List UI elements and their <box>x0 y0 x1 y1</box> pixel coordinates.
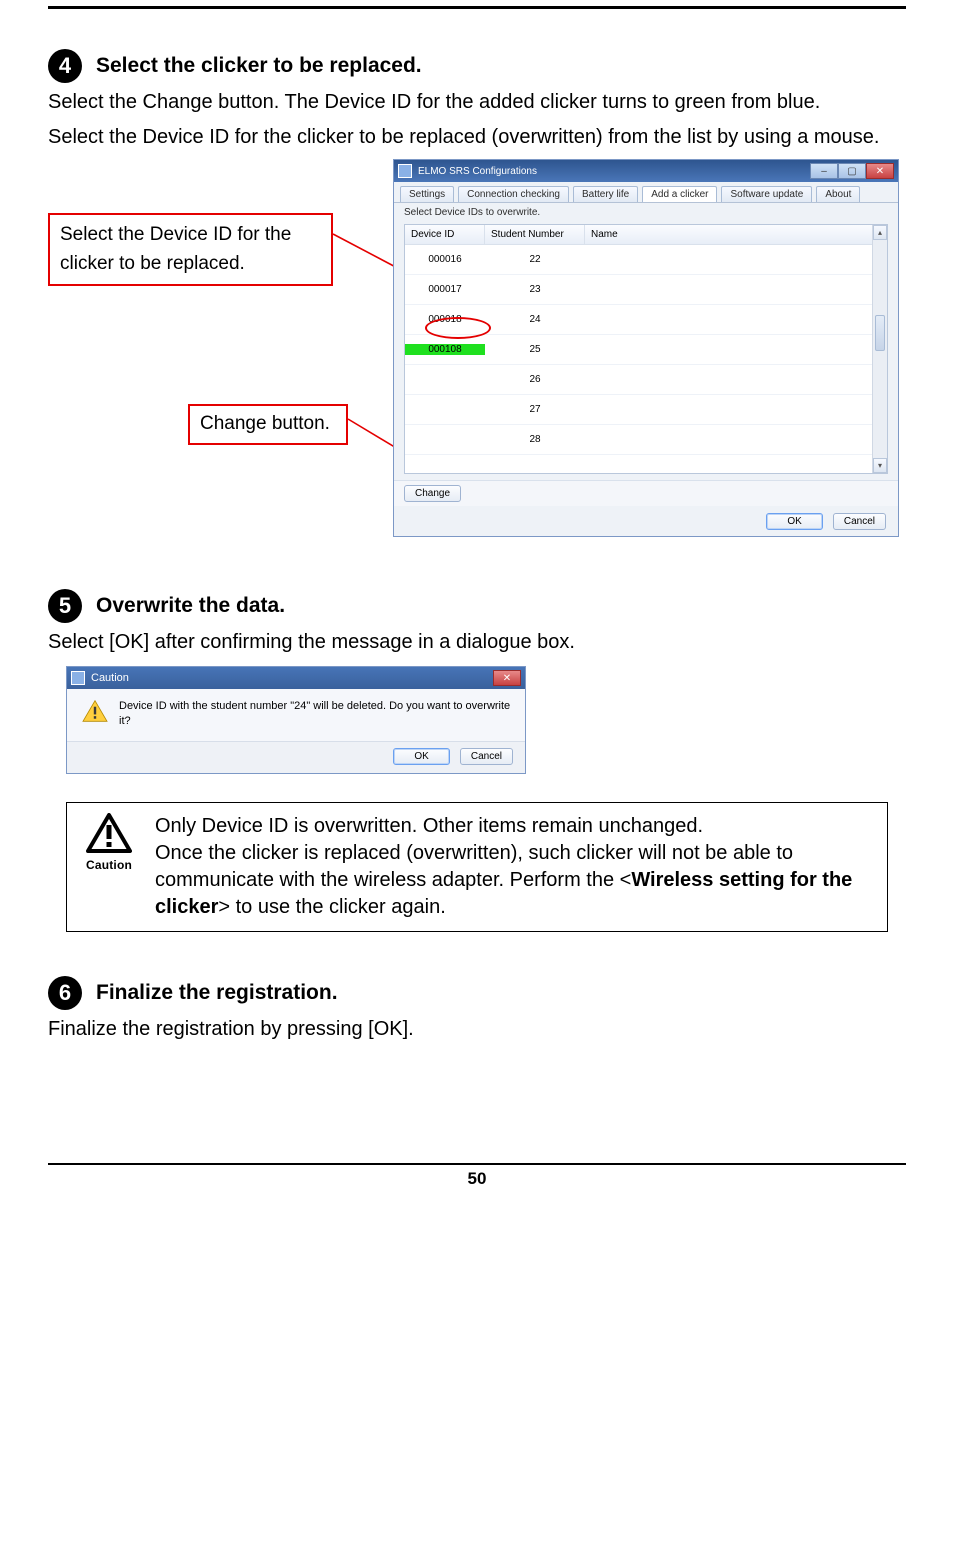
table-row[interactable]: 27 <box>405 395 887 425</box>
step-number-badge: 6 <box>48 976 82 1010</box>
tab-instruction-text: Select Device IDs to overwrite. <box>394 203 898 222</box>
col-header-student-number: Student Number <box>485 225 585 244</box>
caution-note-text: Only Device ID is overwritten. Other ite… <box>155 813 873 921</box>
tab-about[interactable]: About <box>816 186 860 202</box>
close-button[interactable]: ✕ <box>866 163 894 179</box>
dialog-close-button[interactable]: ✕ <box>493 670 521 686</box>
step-4-body-line2: Select the Device ID for the clicker to … <box>48 124 906 151</box>
caution-icon <box>86 813 132 853</box>
table-row[interactable]: 28 <box>405 425 887 455</box>
step-number-badge: 4 <box>48 49 82 83</box>
callout-select-device: Select the Device ID for the clicker to … <box>48 213 333 286</box>
dialog-title: Caution <box>91 672 129 684</box>
dialog-footer: OK Cancel <box>67 741 525 773</box>
change-button[interactable]: Change <box>404 485 461 502</box>
ok-button[interactable]: OK <box>766 513 822 530</box>
dialog-titlebar: Caution ✕ <box>67 667 525 689</box>
window-footer-buttons: OK Cancel <box>766 513 886 530</box>
step-number-badge: 5 <box>48 589 82 623</box>
tab-settings[interactable]: Settings <box>400 186 454 202</box>
top-divider <box>48 6 906 9</box>
dialog-app-icon <box>71 671 85 685</box>
step-5-body: Select [OK] after confirming the message… <box>48 629 906 656</box>
table-row[interactable]: 000108 25 <box>405 335 887 365</box>
step-4-heading: 4 Select the clicker to be replaced. <box>48 49 906 83</box>
caution-icon-label: Caution <box>81 858 137 872</box>
step-5-heading: 5 Overwrite the data. <box>48 589 906 623</box>
dialog-message: Device ID with the student number "24" w… <box>119 699 511 729</box>
grid-scrollbar[interactable]: ▴ ▾ <box>872 225 887 473</box>
scroll-thumb[interactable] <box>875 315 885 351</box>
step-title: Overwrite the data. <box>96 594 285 618</box>
tab-row: Settings Connection checking Battery lif… <box>394 182 898 203</box>
table-row[interactable]: 26 <box>405 365 887 395</box>
dialog-cancel-button[interactable]: Cancel <box>460 748 513 765</box>
step-6-heading: 6 Finalize the registration. <box>48 976 906 1010</box>
table-row[interactable]: 000018 24 <box>405 305 887 335</box>
cancel-button[interactable]: Cancel <box>833 513 886 530</box>
change-button-row: Change <box>394 480 898 506</box>
screenshot-region: Select the Device ID for the clicker to … <box>48 159 906 549</box>
warning-icon <box>81 699 109 723</box>
document-page: 4 Select the clicker to be replaced. Sel… <box>0 6 954 1229</box>
step-6-body: Finalize the registration by pressing [O… <box>48 1016 906 1043</box>
dialog-ok-button[interactable]: OK <box>393 748 449 765</box>
minimize-button[interactable]: ‒ <box>810 163 838 179</box>
tab-connection-checking[interactable]: Connection checking <box>458 186 569 202</box>
maximize-button[interactable]: ▢ <box>838 163 866 179</box>
app-icon <box>398 164 412 178</box>
scroll-down-icon[interactable]: ▾ <box>873 458 887 473</box>
scroll-up-icon[interactable]: ▴ <box>873 225 887 240</box>
app-window: ELMO SRS Configurations ‒ ▢ ✕ Settings C… <box>393 159 899 537</box>
tab-software-update[interactable]: Software update <box>721 186 812 202</box>
table-row[interactable]: 000016 22 <box>405 245 887 275</box>
device-grid: Device ID Student Number Name 000016 22 … <box>404 224 888 474</box>
step-title: Finalize the registration. <box>96 981 338 1005</box>
tab-add-a-clicker[interactable]: Add a clicker <box>642 186 717 202</box>
col-header-device-id: Device ID <box>405 225 485 244</box>
caution-dialog: Caution ✕ Device ID with the student num… <box>66 666 526 774</box>
table-row[interactable]: 000017 23 <box>405 275 887 305</box>
window-titlebar: ELMO SRS Configurations ‒ ▢ ✕ <box>394 160 898 182</box>
caution-note-box: Caution Only Device ID is overwritten. O… <box>66 802 888 932</box>
dialog-window-controls: ✕ <box>493 670 521 686</box>
grid-header: Device ID Student Number Name <box>405 225 887 245</box>
step-title: Select the clicker to be replaced. <box>96 54 422 78</box>
callout-change-button: Change button. <box>188 404 348 445</box>
tab-battery-life[interactable]: Battery life <box>573 186 638 202</box>
window-controls: ‒ ▢ ✕ <box>810 163 894 179</box>
window-title: ELMO SRS Configurations <box>418 166 537 177</box>
page-number: 50 <box>48 1169 906 1189</box>
col-header-name: Name <box>585 225 887 244</box>
step-4-body-line1: Select the Change button. The Device ID … <box>48 89 906 116</box>
footer-divider <box>48 1163 906 1165</box>
